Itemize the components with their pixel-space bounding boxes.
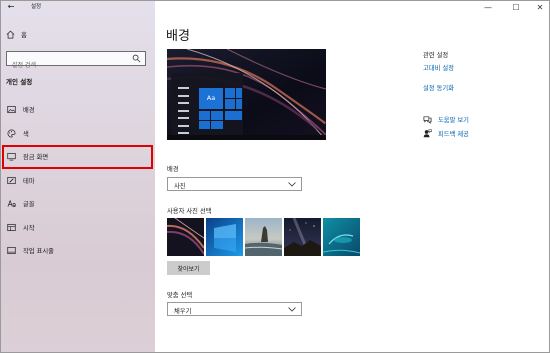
sidebar-item-background[interactable]: 배경: [1, 98, 155, 122]
photo-thumbnail[interactable]: [323, 218, 360, 256]
start-tiles: Aa: [199, 88, 242, 129]
taskbar-preview: [167, 135, 326, 140]
taskbar-icon: [7, 247, 16, 255]
sidebar-item-label: 테마: [23, 177, 35, 185]
maximize-icon[interactable]: ☐: [505, 1, 527, 14]
sidebar-item-theme[interactable]: 테마: [1, 169, 155, 193]
start-menu-icon: [7, 223, 16, 231]
search-input[interactable]: [7, 59, 125, 72]
fit-dropdown[interactable]: 채우기: [167, 302, 302, 316]
get-help-link[interactable]: 도움말 보기: [423, 114, 469, 124]
background-label: 배경: [167, 166, 179, 173]
get-help-label: 도움말 보기: [438, 116, 469, 124]
font-icon: [7, 200, 16, 208]
home-label: 홈: [21, 31, 27, 39]
home-icon: [6, 30, 15, 38]
sync-settings-link[interactable]: 설정 동기화: [423, 83, 454, 92]
feedback-person-icon: [423, 128, 432, 137]
recent-photos: [167, 218, 361, 256]
palette-icon: [7, 129, 16, 138]
close-icon[interactable]: ✕: [529, 1, 549, 14]
start-tile-label: Aa: [199, 88, 223, 109]
chevron-down-icon: [288, 307, 296, 312]
sidebar-item-color[interactable]: 색: [1, 122, 155, 146]
sidebar: ← 설정 홈 개인 설정 배경: [1, 1, 155, 352]
photo-thumbnail[interactable]: [245, 218, 282, 256]
choose-photo-label: 사용자 사진 선택: [167, 208, 212, 215]
theme-brush-icon: [7, 176, 16, 184]
search-box[interactable]: [6, 51, 146, 72]
home-link[interactable]: 홈: [6, 28, 146, 40]
sidebar-item-label: 색: [23, 130, 29, 138]
feedback-label: 피드백 제공: [438, 130, 469, 138]
sidebar-item-label: 시작: [23, 224, 35, 232]
fit-label: 맞춤 선택: [167, 292, 193, 299]
start-menu-list: [178, 87, 189, 140]
background-type-dropdown[interactable]: 사진: [167, 177, 302, 191]
photo-thumbnail[interactable]: [167, 218, 204, 256]
sidebar-item-taskbar[interactable]: 작업 표시줄: [1, 239, 155, 263]
sidebar-item-start[interactable]: 시작: [1, 216, 155, 240]
dropdown-value: 사진: [174, 183, 186, 190]
sidebar-item-lock-screen[interactable]: 잠금 화면: [2, 145, 153, 169]
search-icon[interactable]: [132, 54, 141, 63]
high-contrast-link[interactable]: 고대비 설정: [423, 63, 454, 72]
window-title: 설정: [31, 4, 42, 10]
sidebar-nav: 배경 색 잠금 화면 테마 글꼴 시작 작업 표시줄: [1, 98, 155, 263]
sidebar-item-label: 글꼴: [23, 201, 35, 209]
sidebar-item-label: 배경: [23, 107, 35, 115]
sidebar-item-label: 잠금 화면: [23, 154, 49, 162]
help-chat-icon: [423, 115, 432, 124]
main-content: — ☐ ✕ 배경 Aa 배경 사진 사용자 사진 선택 찾아보기 맞춤 선택 채…: [155, 1, 549, 352]
start-menu-preview: Aa: [171, 73, 243, 140]
feedback-link[interactable]: 피드백 제공: [423, 128, 469, 138]
dropdown-value: 채우기: [174, 308, 192, 315]
background-preview: Aa: [167, 49, 326, 140]
minimize-icon[interactable]: —: [477, 1, 499, 14]
back-arrow-icon[interactable]: ←: [5, 1, 17, 13]
related-settings-title: 관련 설정: [423, 52, 449, 59]
page-title: 배경: [166, 29, 190, 44]
settings-window: ← 설정 홈 개인 설정 배경: [0, 0, 550, 353]
browse-button[interactable]: 찾아보기: [167, 261, 210, 275]
photo-thumbnail[interactable]: [284, 218, 321, 256]
picture-icon: [7, 106, 16, 114]
section-title: 개인 설정: [6, 78, 33, 86]
chevron-down-icon: [288, 182, 296, 187]
sidebar-item-label: 작업 표시줄: [23, 248, 54, 256]
photo-thumbnail[interactable]: [206, 218, 243, 256]
sidebar-item-fonts[interactable]: 글꼴: [1, 192, 155, 216]
title-bar: ← 설정: [1, 1, 155, 14]
lock-screen-icon: [7, 153, 16, 161]
